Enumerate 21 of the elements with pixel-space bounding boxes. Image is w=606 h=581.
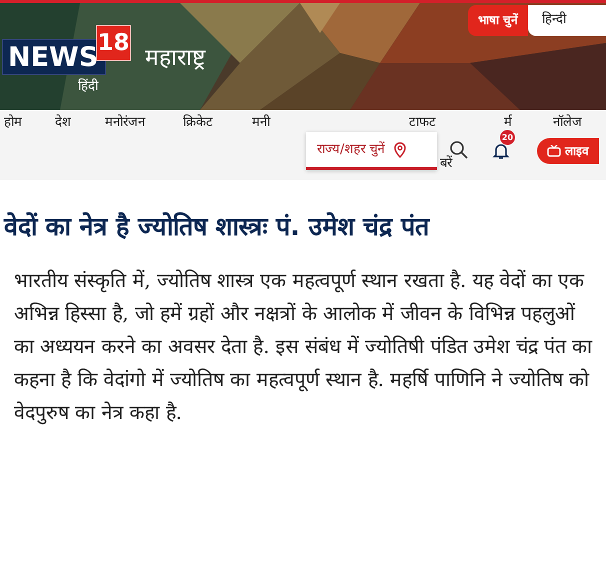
nav-link[interactable]: नॉलेज bbox=[553, 113, 582, 132]
nav-link[interactable]: होम bbox=[4, 113, 22, 132]
nav-link[interactable]: क्रिकेट bbox=[183, 113, 213, 132]
state-picker[interactable]: राज्य/शहर चुनें bbox=[306, 132, 437, 170]
article-paragraph: भारतीय संस्कृति में, ज्योतिष शास्त्र एक महत्वपूर्ण स्थान रखता है. यह वेदों का एक अभिन्न हिस्सा है, जो हमें ग्रहों और नक्षत्रों के आलोक में जीवन के विभिन्न पहलुओं का अध्ययन करने का अवसर देता है. इस संबंध में ज्योतिषी पंडित उमेश चंद्र पंत का कहना है कि वेदांगो में ज्योतिष का महत्वपूर्ण स्थान है. महर्षि पाणिनि ने ज्योतिष को वेदपुरुष का नेत्र कहा है. bbox=[14, 268, 594, 426]
notification-count: 20 bbox=[500, 130, 515, 145]
nav-link[interactable]: बरें bbox=[440, 154, 452, 174]
nav-link[interactable]: र्म bbox=[504, 113, 512, 132]
tv-icon bbox=[547, 145, 561, 157]
bell-icon[interactable] bbox=[492, 142, 510, 160]
article-headline: वेदों का नेत्र है ज्योतिष शास्त्रः पं. उमेश चंद्र पंत bbox=[4, 212, 431, 242]
language-select[interactable]: हिन्दी bbox=[528, 5, 606, 36]
nav-link[interactable]: मनी bbox=[252, 113, 270, 132]
logo-number[interactable]: 18 bbox=[96, 25, 131, 61]
nav-link[interactable]: टाफट bbox=[409, 113, 436, 132]
language-label: भाषा चुनें bbox=[468, 5, 528, 36]
nav-link[interactable]: मनोरंजन bbox=[105, 113, 145, 132]
logo-subtitle: हिंदी bbox=[78, 77, 98, 96]
section-title: महाराष्ट्र bbox=[145, 44, 205, 73]
nav-link[interactable]: देश bbox=[55, 113, 71, 132]
live-tv-button[interactable]: लाइव bbox=[537, 138, 599, 164]
